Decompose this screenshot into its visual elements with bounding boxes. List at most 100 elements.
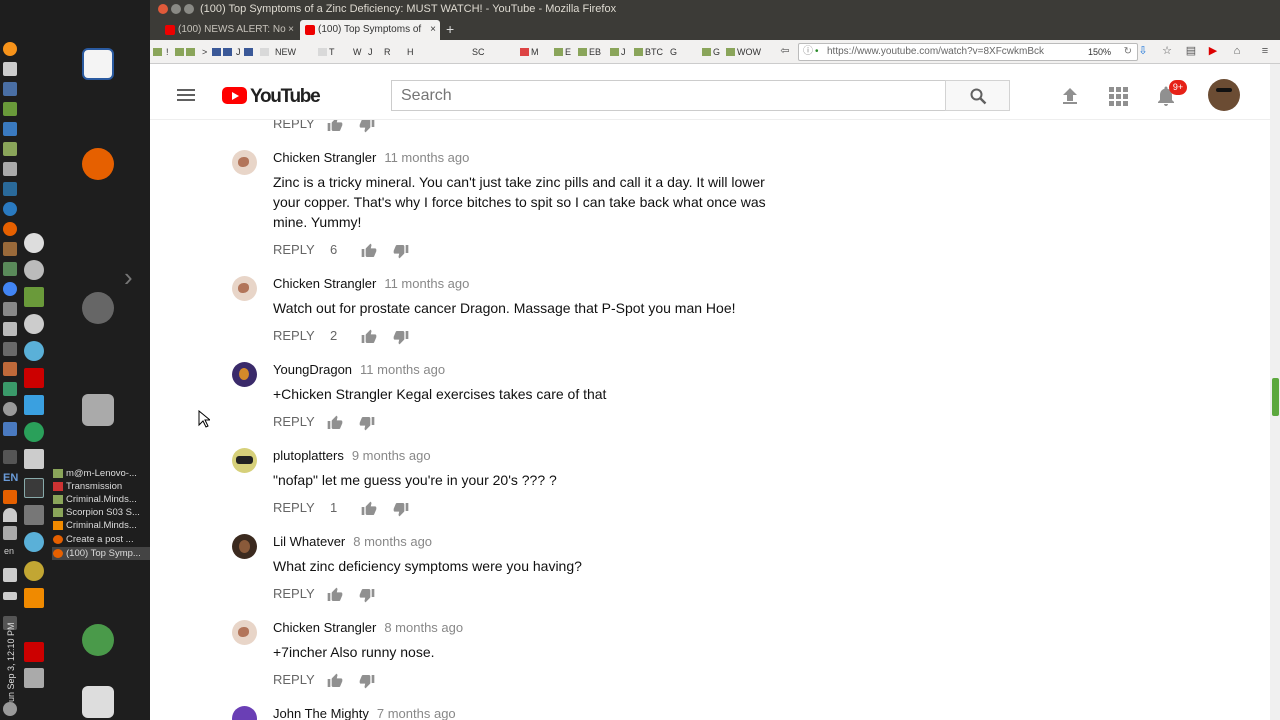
thumbs-down-icon[interactable] xyxy=(359,120,375,133)
archive-icon[interactable] xyxy=(82,394,114,426)
comment-time[interactable]: 8 months ago xyxy=(384,620,463,635)
thumbs-down-icon[interactable] xyxy=(359,587,375,603)
thumbs-down-icon[interactable] xyxy=(359,415,375,431)
bookmark-item[interactable]: ! xyxy=(166,46,169,58)
comment-time[interactable]: 9 months ago xyxy=(352,448,431,463)
commenter-avatar[interactable] xyxy=(232,448,257,473)
comment-time[interactable]: 11 months ago xyxy=(384,276,469,291)
image-icon[interactable] xyxy=(3,262,17,276)
menu-icon[interactable]: ≡ xyxy=(1258,44,1272,58)
volume-icon[interactable] xyxy=(3,568,17,582)
bookmark-item[interactable] xyxy=(260,46,271,58)
reply-button[interactable]: REPLY xyxy=(273,328,315,343)
bookmark-item[interactable] xyxy=(153,46,164,58)
close-tab-icon[interactable]: × xyxy=(430,20,436,40)
reply-button[interactable]: REPLY xyxy=(273,586,315,601)
expand-arrow-icon[interactable]: › xyxy=(124,262,133,293)
upload-icon[interactable] xyxy=(1058,84,1082,108)
bird-icon[interactable] xyxy=(24,505,44,525)
thumbs-up-icon[interactable] xyxy=(361,329,377,345)
bookmark-item[interactable]: H xyxy=(407,46,414,58)
camera-icon[interactable] xyxy=(3,242,17,256)
tray-item-folder[interactable]: Scorpion S03 S... xyxy=(52,506,150,519)
obs-icon[interactable] xyxy=(24,233,44,253)
commenter-avatar[interactable] xyxy=(232,362,257,387)
bookmark-item[interactable] xyxy=(318,46,329,58)
screen-icon[interactable] xyxy=(3,322,17,336)
close-window-icon[interactable] xyxy=(158,4,168,14)
maps-icon[interactable] xyxy=(24,395,44,415)
bookmark-item[interactable]: SC xyxy=(472,46,485,58)
settings-icon[interactable] xyxy=(3,402,17,416)
network-icon[interactable] xyxy=(3,342,17,356)
info-icon[interactable]: ⓘ xyxy=(803,44,813,60)
bookmark-item[interactable]: G xyxy=(670,46,677,58)
commenter-avatar[interactable] xyxy=(232,706,257,720)
tray-item-transmission[interactable]: Transmission xyxy=(52,480,150,493)
disk-icon[interactable] xyxy=(3,162,17,176)
thumbs-down-icon[interactable] xyxy=(359,673,375,689)
bookmark-item[interactable]: M xyxy=(520,46,539,58)
comment-time[interactable]: 8 months ago xyxy=(353,534,432,549)
tray-item-folder[interactable]: Criminal.Minds... xyxy=(52,493,150,506)
library-icon[interactable]: ▤ xyxy=(1184,44,1198,58)
chrome-icon[interactable] xyxy=(3,282,17,296)
user-small-icon[interactable] xyxy=(3,526,17,540)
bookmark-item[interactable]: > xyxy=(202,46,207,58)
terminal-icon[interactable] xyxy=(3,102,17,116)
commenter-avatar[interactable] xyxy=(232,150,257,175)
bookmark-item[interactable]: NEW xyxy=(275,46,296,58)
comment-author[interactable]: Chicken Strangler xyxy=(273,150,376,165)
reply-button[interactable]: REPLY xyxy=(273,242,315,257)
power-icon[interactable] xyxy=(3,702,17,716)
back-icon[interactable]: ⇦ xyxy=(778,44,792,58)
bookmark-item[interactable] xyxy=(212,46,234,58)
lock-icon[interactable]: • xyxy=(815,44,819,60)
bookmark-item[interactable]: W xyxy=(353,46,362,58)
comment-author[interactable]: Chicken Strangler xyxy=(273,620,376,635)
screenshot-icon[interactable] xyxy=(24,287,44,307)
media-icon[interactable] xyxy=(3,362,17,376)
bluetooth-icon[interactable] xyxy=(3,450,17,464)
thumbs-up-icon[interactable] xyxy=(361,243,377,259)
comment-author[interactable]: John The Mighty xyxy=(273,706,369,720)
bookmark-star-icon[interactable]: ☆ xyxy=(1160,44,1174,58)
thumbs-down-icon[interactable] xyxy=(393,329,409,345)
react-icon-2[interactable] xyxy=(24,532,44,552)
bookmark-item[interactable]: J xyxy=(236,46,241,58)
user-share-icon[interactable] xyxy=(82,624,114,656)
lang-indicator[interactable]: EN xyxy=(3,472,18,484)
download-icon[interactable] xyxy=(3,302,17,316)
comment-time[interactable]: 7 months ago xyxy=(377,706,456,720)
download-icon[interactable]: ⇩ xyxy=(1136,44,1150,58)
grid-icon[interactable] xyxy=(3,122,17,136)
thumbs-down-icon[interactable] xyxy=(393,243,409,259)
bookmark-item[interactable] xyxy=(175,46,197,58)
comment-author[interactable]: Chicken Strangler xyxy=(273,276,376,291)
globe-icon[interactable] xyxy=(24,260,44,280)
thumbs-up-icon[interactable] xyxy=(327,415,343,431)
bookmark-item[interactable]: R xyxy=(384,46,391,58)
filezilla-icon-2[interactable] xyxy=(24,642,44,662)
comment-author[interactable]: Lil Whatever xyxy=(273,534,345,549)
tray-item-firefox[interactable]: Create a post ... xyxy=(52,533,150,546)
bookmark-item[interactable]: J xyxy=(368,46,373,58)
thumbs-down-icon[interactable] xyxy=(393,501,409,517)
reply-button[interactable]: REPLY xyxy=(273,672,315,687)
bitcoin-icon[interactable] xyxy=(3,42,17,56)
editor-icon[interactable] xyxy=(3,62,17,76)
tray-item-terminal[interactable]: m@m-Lenovo-... xyxy=(52,467,150,480)
commenter-avatar[interactable] xyxy=(232,534,257,559)
youtube-logo[interactable]: YouTube xyxy=(222,86,332,107)
home-icon[interactable]: ⌂ xyxy=(1230,44,1244,58)
bookmark-item[interactable]: E xyxy=(554,46,571,58)
dogecoin-icon[interactable] xyxy=(24,561,44,581)
webcam-icon[interactable] xyxy=(24,314,44,334)
comment-author[interactable]: YoungDragon xyxy=(273,362,352,377)
clock[interactable]: Sun Sep 3, 12:10 PM xyxy=(6,598,16,708)
tray-item-firefox-active[interactable]: (100) Top Symp... xyxy=(52,547,150,560)
url-bar[interactable]: ⓘ • https://www.youtube.com/watch?v=8XFc… xyxy=(798,43,1138,61)
thumbs-up-icon[interactable] xyxy=(327,120,343,133)
vlc-icon[interactable] xyxy=(24,588,44,608)
search-input[interactable] xyxy=(391,80,946,111)
